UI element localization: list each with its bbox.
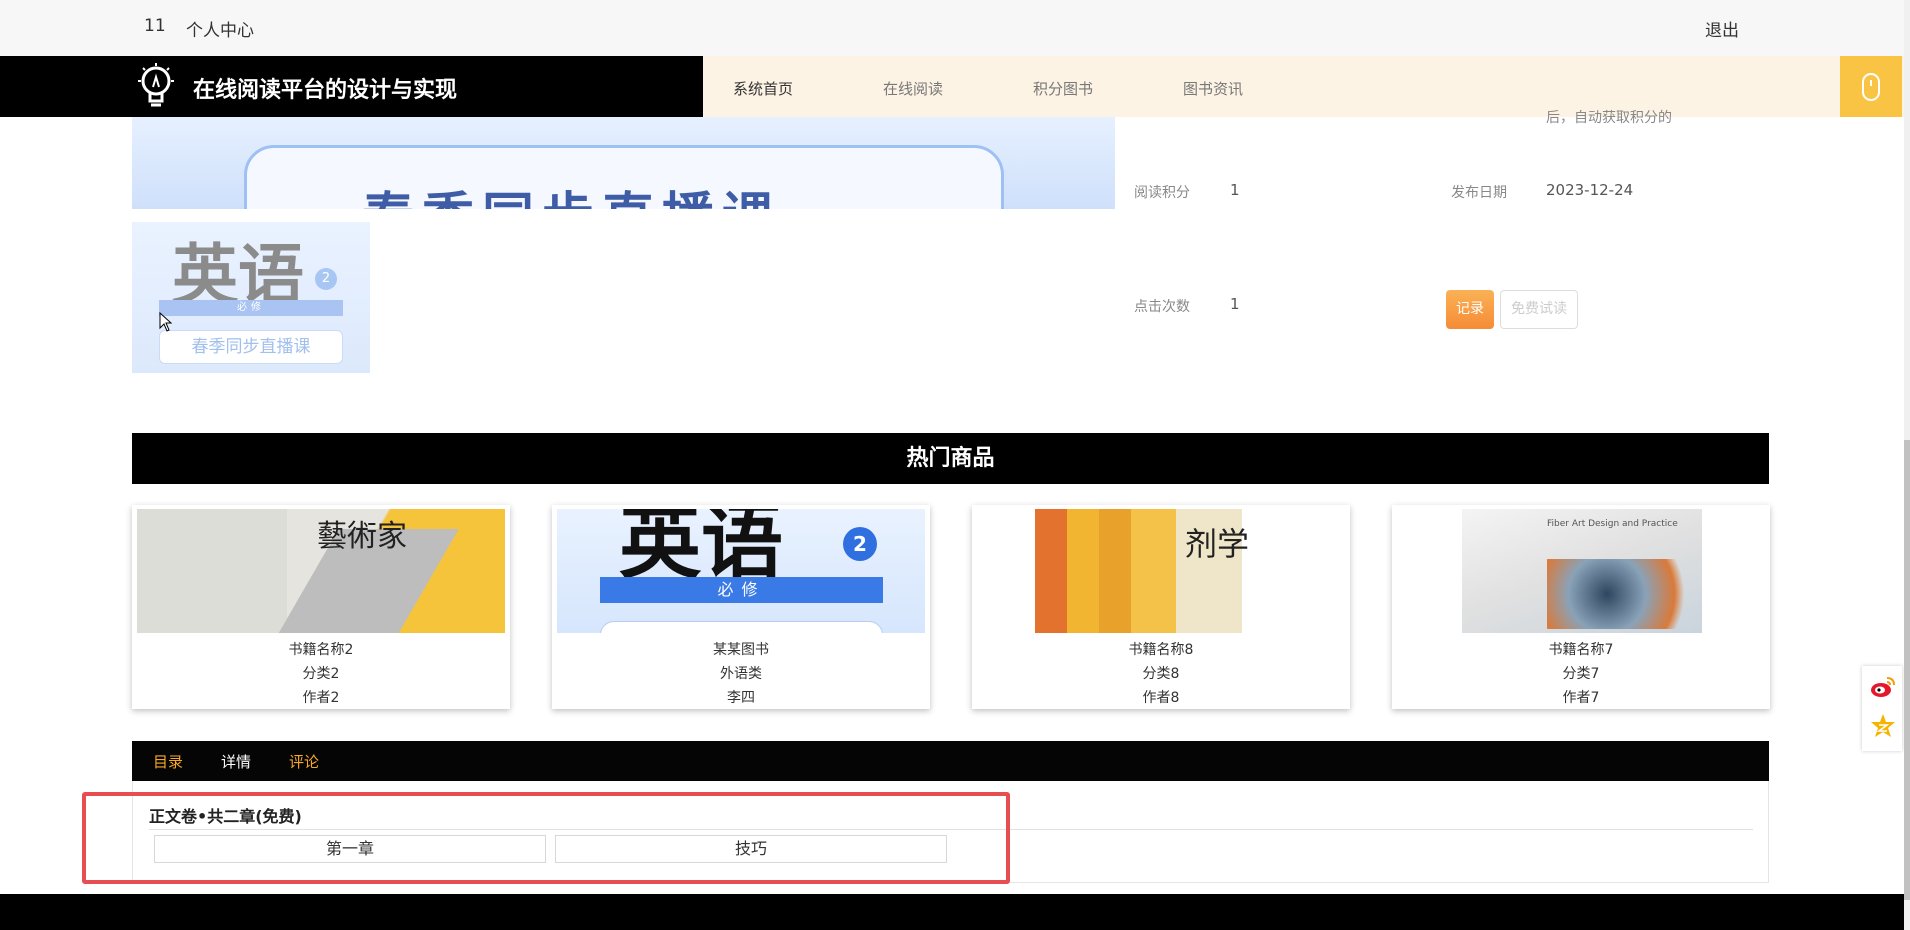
tab-comments[interactable]: 评论 xyxy=(289,751,319,772)
product-name: 某某图书 xyxy=(713,642,769,658)
publish-date-label: 发布日期 xyxy=(1451,185,1507,201)
product-author: 李四 xyxy=(727,690,755,706)
clicks-label: 点击次数 xyxy=(1134,299,1190,315)
mouse-cursor-icon xyxy=(159,312,173,332)
product-author: 作者7 xyxy=(1562,690,1600,706)
read-points-value: 1 xyxy=(1230,181,1240,199)
product-author: 作者8 xyxy=(1142,690,1180,706)
product-author: 作者2 xyxy=(302,690,340,706)
personal-center-link[interactable]: 个人中心 xyxy=(186,16,254,41)
product-card[interactable]: 藝術家 书籍名称2 分类2 作者2 xyxy=(132,505,510,709)
share-float xyxy=(1862,666,1902,751)
publish-date-value: 2023-12-24 xyxy=(1546,181,1634,199)
cover-banner-text: 春季同步直播课 xyxy=(362,175,782,209)
product-category: 分类7 xyxy=(1562,666,1600,682)
nav-online-reading[interactable]: 在线阅读 xyxy=(883,78,943,99)
volume-title: 正文卷•共二章(免费) xyxy=(149,807,302,826)
cover-title: Fiber Art Design and Practice xyxy=(1547,519,1678,529)
read-points-label: 阅读积分 xyxy=(1134,185,1190,201)
book-thumbnail[interactable]: 英语 2 必修 春季同步直播课 xyxy=(132,222,370,373)
brand[interactable]: 在线阅读平台的设计与实现 xyxy=(0,56,703,117)
free-trial-button[interactable]: 免费试读 xyxy=(1500,290,1578,329)
product-card[interactable]: Fiber Art Design and Practice 书籍名称7 分类7 … xyxy=(1392,505,1770,709)
catalog-panel: 正文卷•共二章(免费) 第一章 技巧 xyxy=(132,781,1769,883)
cover-spine xyxy=(1067,509,1099,633)
user-id: 11 xyxy=(144,16,166,36)
mouse-icon xyxy=(1862,72,1880,101)
cover-spine xyxy=(1131,509,1176,633)
product-card[interactable]: 剂学 书籍名称8 分类8 作者8 xyxy=(972,505,1350,709)
logout-link[interactable]: 退出 xyxy=(1705,16,1739,41)
product-name: 书籍名称8 xyxy=(1128,642,1194,658)
lightbulb-logo-icon xyxy=(138,63,174,107)
cover-spine xyxy=(1035,509,1067,633)
product-cover: Fiber Art Design and Practice xyxy=(1397,509,1765,633)
cover-number: 2 xyxy=(843,527,877,561)
product-cover: 剂学 xyxy=(977,509,1345,633)
tab-catalog[interactable]: 目录 xyxy=(153,751,183,772)
product-category: 分类2 xyxy=(302,666,340,682)
chapter-link[interactable]: 第一章 xyxy=(154,835,546,863)
cover-splash xyxy=(1547,559,1697,629)
top-bar: 11 个人中心 退出 xyxy=(0,0,1910,56)
detail-tab-bar: 目录 详情 评论 xyxy=(132,741,1769,781)
nav-points-books[interactable]: 积分图书 xyxy=(1033,78,1093,99)
thumb-number: 2 xyxy=(315,268,337,290)
product-category: 外语类 xyxy=(720,666,762,682)
product-card[interactable]: 英语 2 必修 某某图书 外语类 李四 xyxy=(552,505,930,709)
hot-goods-title: 热门商品 xyxy=(132,433,1769,484)
cover-title: 藝術家 xyxy=(317,519,407,554)
scroll-mouse-button[interactable] xyxy=(1840,56,1902,117)
page-scrollbar[interactable] xyxy=(1904,0,1910,930)
clicks-value: 1 xyxy=(1230,295,1240,313)
nav-book-news[interactable]: 图书资讯 xyxy=(1183,78,1243,99)
cover-pill xyxy=(600,621,883,633)
description-partial: 后，自动获取积分的 xyxy=(1546,110,1672,126)
cover-banner: 春季同步直播课 xyxy=(132,117,1115,209)
cover-bar: 必修 xyxy=(600,577,883,603)
cover-title: 剂学 xyxy=(1185,525,1250,563)
chapter-link[interactable]: 技巧 xyxy=(555,835,947,863)
product-name: 书籍名称2 xyxy=(288,642,354,658)
nav-home[interactable]: 系统首页 xyxy=(733,78,793,99)
tab-details[interactable]: 详情 xyxy=(221,751,251,772)
site-title: 在线阅读平台的设计与实现 xyxy=(193,78,458,103)
cover-spine xyxy=(1099,509,1131,633)
product-cover: 藝術家 xyxy=(137,509,505,633)
record-button[interactable]: 记录 xyxy=(1446,290,1494,329)
product-name: 书籍名称7 xyxy=(1548,642,1614,658)
product-cover: 英语 2 必修 xyxy=(557,509,925,633)
footer xyxy=(0,894,1904,930)
thumb-bar: 必修 xyxy=(159,300,343,316)
thumb-pill: 春季同步直播课 xyxy=(159,330,343,364)
divider xyxy=(149,829,1753,830)
qzone-star-icon[interactable] xyxy=(1870,713,1896,739)
product-category: 分类8 xyxy=(1142,666,1180,682)
scrollbar-thumb[interactable] xyxy=(1904,440,1910,900)
weibo-icon[interactable] xyxy=(1870,674,1896,700)
